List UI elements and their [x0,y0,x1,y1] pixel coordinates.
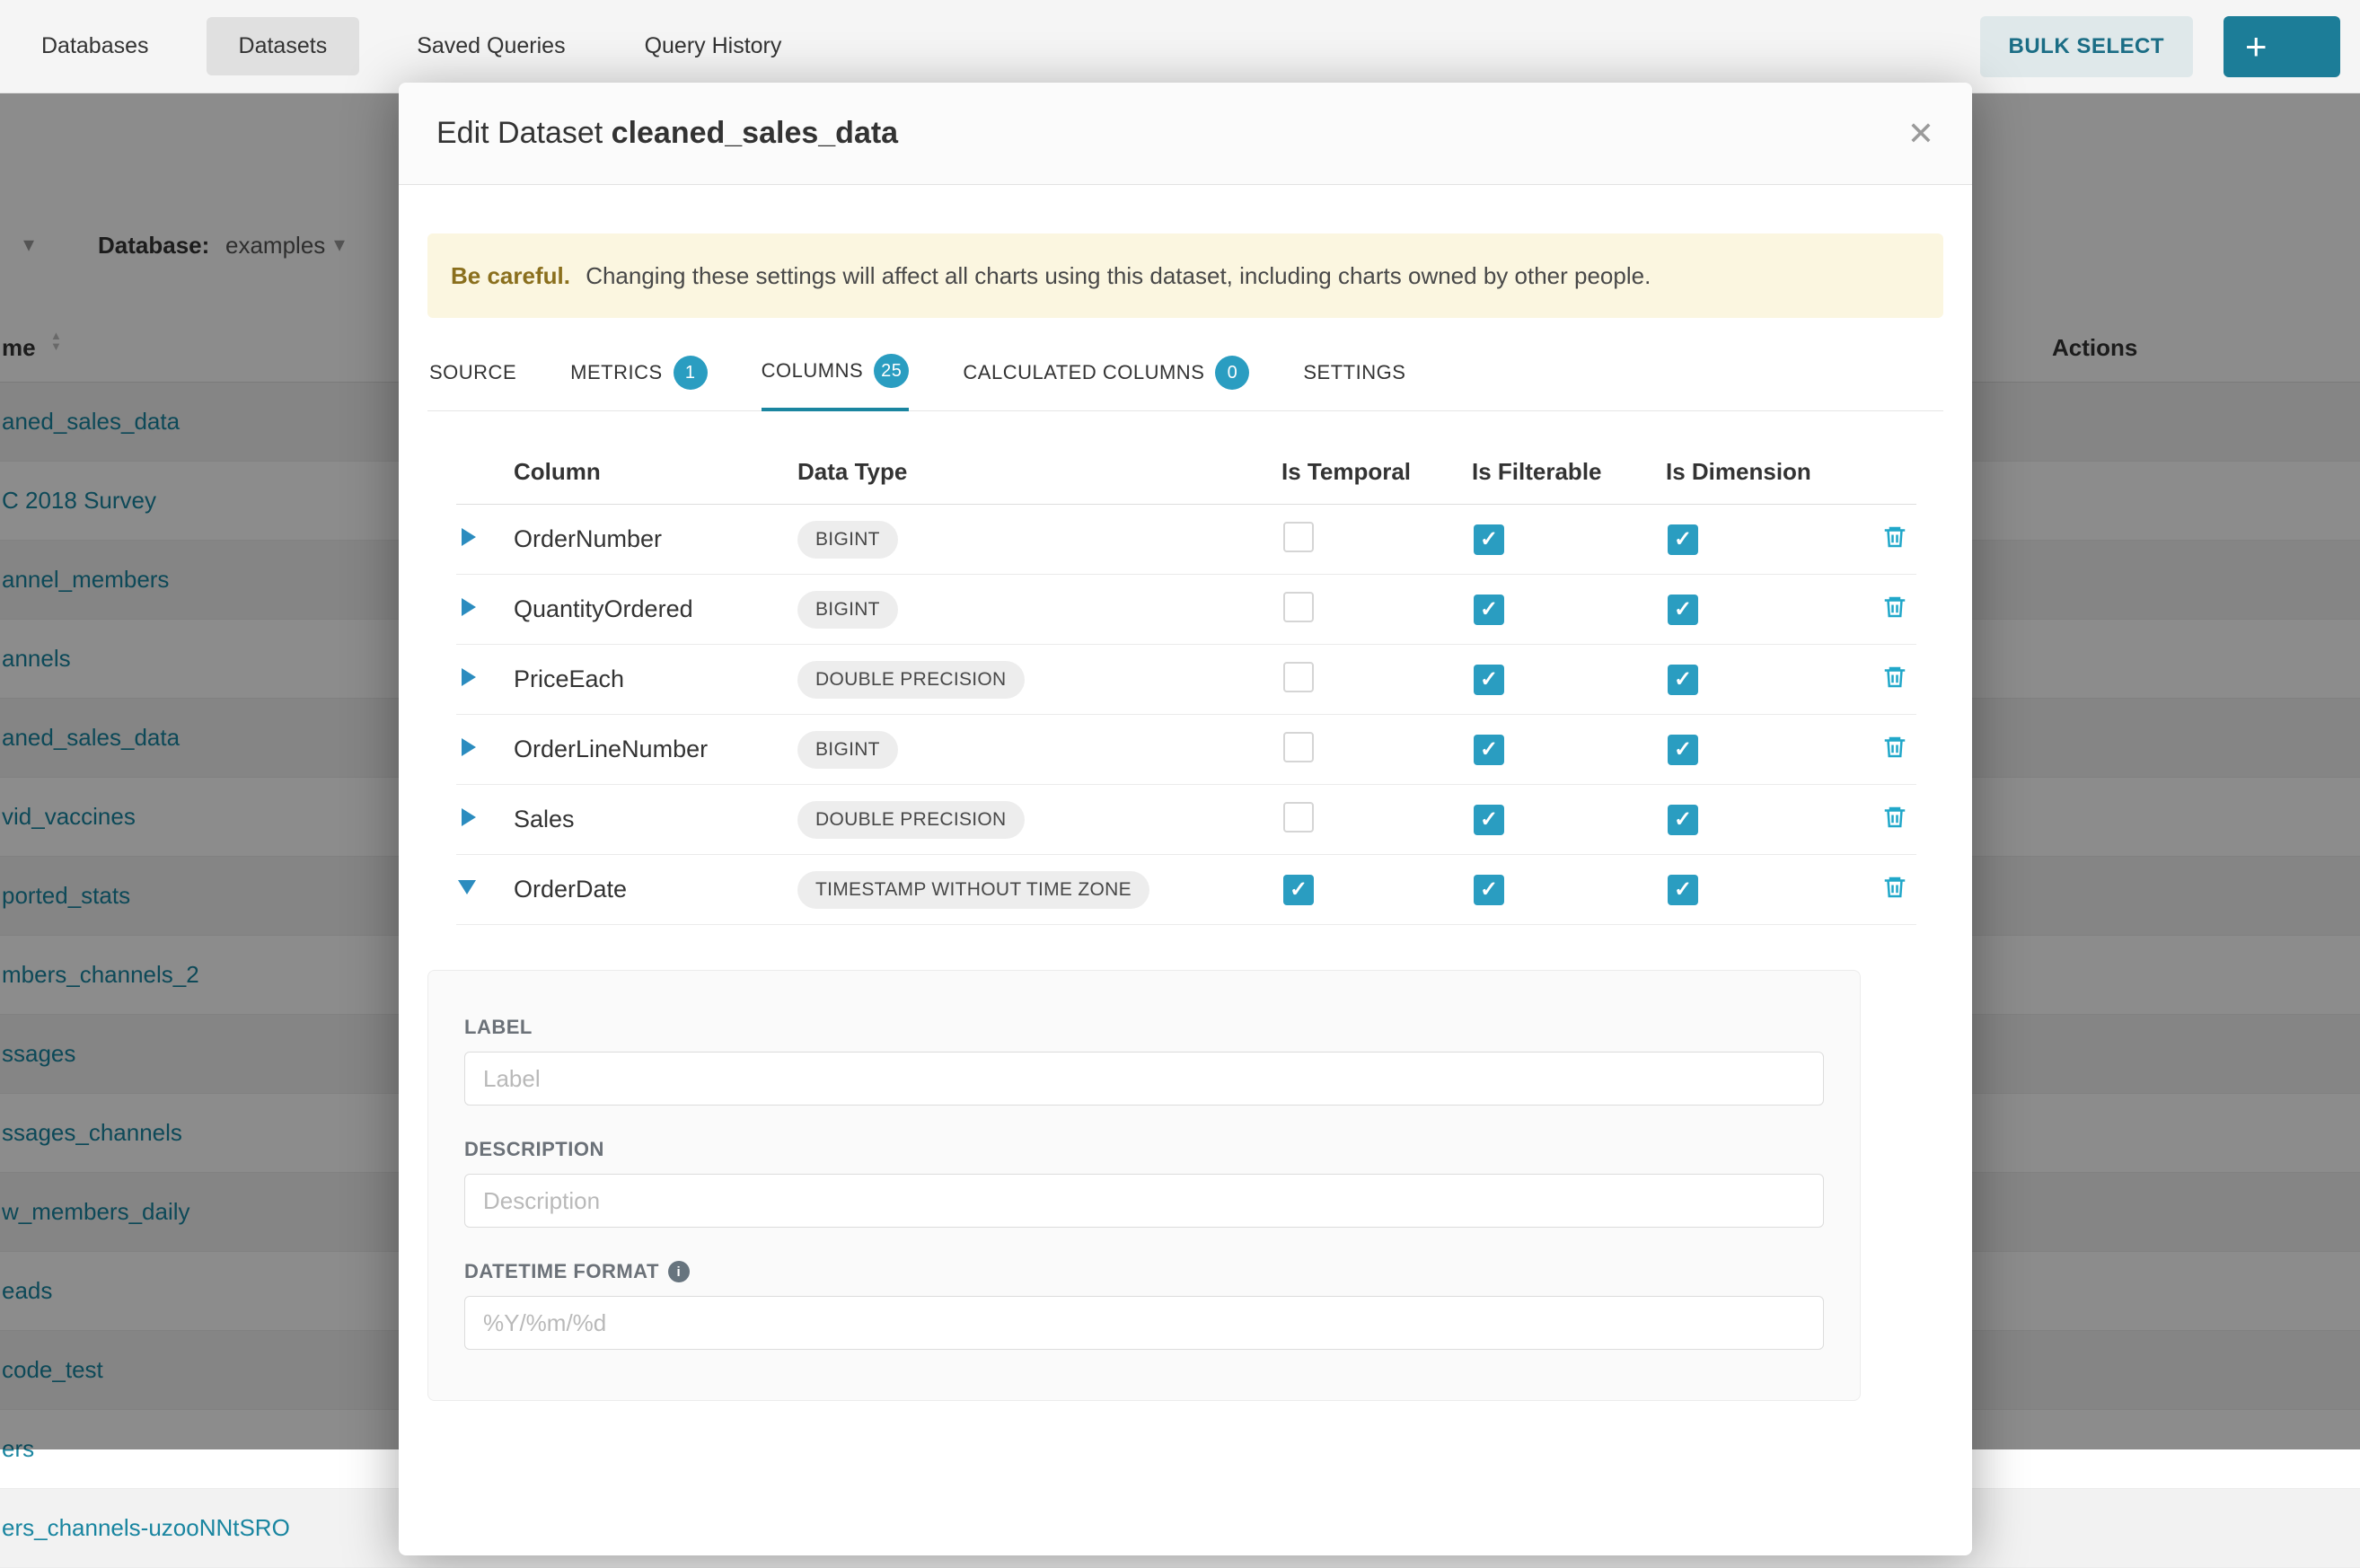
column-row: PriceEach DOUBLE PRECISION [456,645,1916,715]
data-type-pill: BIGINT [797,731,898,769]
is-temporal-checkbox[interactable] [1283,662,1314,692]
is-dimension-checkbox[interactable] [1668,524,1698,555]
datetime-format-input[interactable] [464,1296,1824,1350]
nav-tab-query-history[interactable]: Query History [623,17,804,75]
columns-count-badge: 25 [874,354,909,388]
delete-column-icon[interactable] [1881,594,1908,625]
header-is-filterable: Is Filterable [1472,458,1666,486]
nav-tab-databases[interactable]: Databases [20,17,171,75]
delete-column-icon[interactable] [1881,664,1908,695]
modal-tabs: SOURCE METRICS 1 COLUMNS 25 CALCULATED C… [427,354,1943,411]
modal-title-dataset-name: cleaned_sales_data [612,116,898,150]
bulk-select-button[interactable]: BULK SELECT [1980,16,2194,77]
column-detail-panel: LABEL DESCRIPTION DATETIME FORMAT i [427,970,1861,1401]
data-type-pill: TIMESTAMP WITHOUT TIME ZONE [797,871,1149,909]
is-dimension-checkbox[interactable] [1668,595,1698,625]
column-row: OrderDate TIMESTAMP WITHOUT TIME ZONE [456,855,1916,925]
tab-metrics[interactable]: METRICS 1 [570,354,708,410]
header-is-temporal: Is Temporal [1281,458,1472,486]
data-type-pill: BIGINT [797,591,898,629]
columns-table-header: Column Data Type Is Temporal Is Filterab… [456,436,1916,505]
nav-tab-saved-queries[interactable]: Saved Queries [395,17,586,75]
tab-settings[interactable]: SETTINGS [1303,354,1405,410]
column-name: Sales [514,806,797,833]
is-filterable-checkbox[interactable] [1474,595,1504,625]
column-name: OrderLineNumber [514,736,797,763]
data-type-pill: BIGINT [797,521,898,559]
description-field-label: DESCRIPTION [464,1138,1824,1161]
is-temporal-checkbox[interactable] [1283,522,1314,552]
modal-title: Edit Dataset cleaned_sales_data [436,116,898,151]
tab-source[interactable]: SOURCE [429,354,516,410]
expand-caret-icon[interactable] [462,668,476,686]
warning-text: Changing these settings will affect all … [586,262,1651,289]
column-row: OrderLineNumber BIGINT [456,715,1916,785]
metrics-count-badge: 1 [674,356,708,390]
modal-header: Edit Dataset cleaned_sales_data ✕ [399,83,1972,185]
datetime-format-field-label: DATETIME FORMAT i [464,1260,1824,1283]
column-name: OrderNumber [514,525,797,553]
column-name: OrderDate [514,876,797,903]
is-dimension-checkbox[interactable] [1668,735,1698,765]
is-temporal-checkbox[interactable] [1283,732,1314,762]
column-row: QuantityOrdered BIGINT [456,575,1916,645]
is-temporal-checkbox[interactable] [1283,802,1314,832]
header-column: Column [514,458,797,486]
dataset-link[interactable]: ers_channels-uzooNNtSRO [0,1514,290,1542]
add-dataset-button[interactable]: + [2224,16,2340,77]
is-temporal-checkbox[interactable] [1283,592,1314,622]
column-row: Sales DOUBLE PRECISION [456,785,1916,855]
is-dimension-checkbox[interactable] [1668,875,1698,905]
description-input[interactable] [464,1174,1824,1228]
is-temporal-checkbox[interactable] [1283,875,1314,905]
top-navigation: Databases Datasets Saved Queries Query H… [0,0,2360,93]
is-dimension-checkbox[interactable] [1668,805,1698,835]
delete-column-icon[interactable] [1881,874,1908,905]
nav-tab-datasets[interactable]: Datasets [207,17,360,75]
column-name: QuantityOrdered [514,595,797,623]
warning-banner: Be careful. Changing these settings will… [427,233,1943,318]
column-row: OrderNumber BIGINT [456,505,1916,575]
column-name: PriceEach [514,665,797,693]
is-filterable-checkbox[interactable] [1474,665,1504,695]
warning-bold-text: Be careful. [451,262,570,289]
delete-column-icon[interactable] [1881,524,1908,555]
is-filterable-checkbox[interactable] [1474,735,1504,765]
modal-title-prefix: Edit Dataset [436,116,612,150]
data-type-pill: DOUBLE PRECISION [797,661,1025,699]
is-filterable-checkbox[interactable] [1474,524,1504,555]
is-dimension-checkbox[interactable] [1668,665,1698,695]
info-icon[interactable]: i [668,1261,690,1282]
tab-columns[interactable]: COLUMNS 25 [762,354,910,411]
columns-table: Column Data Type Is Temporal Is Filterab… [456,436,1916,925]
expand-caret-icon[interactable] [458,880,476,894]
expand-caret-icon[interactable] [462,808,476,826]
delete-column-icon[interactable] [1881,734,1908,765]
edit-dataset-modal: Edit Dataset cleaned_sales_data ✕ Be car… [399,83,1972,1555]
is-filterable-checkbox[interactable] [1474,805,1504,835]
is-filterable-checkbox[interactable] [1474,875,1504,905]
expand-caret-icon[interactable] [462,738,476,756]
expand-caret-icon[interactable] [462,528,476,546]
calculated-columns-count-badge: 0 [1215,356,1249,390]
header-is-dimension: Is Dimension [1666,458,1872,486]
modal-body: Be careful. Changing these settings will… [399,185,1972,1401]
label-input[interactable] [464,1052,1824,1106]
label-field-label: LABEL [464,1016,1824,1039]
delete-column-icon[interactable] [1881,804,1908,835]
close-icon[interactable]: ✕ [1907,118,1934,150]
data-type-pill: DOUBLE PRECISION [797,801,1025,839]
header-data-type: Data Type [797,458,1281,486]
tab-calculated-columns[interactable]: CALCULATED COLUMNS 0 [963,354,1249,410]
expand-caret-icon[interactable] [462,598,476,616]
